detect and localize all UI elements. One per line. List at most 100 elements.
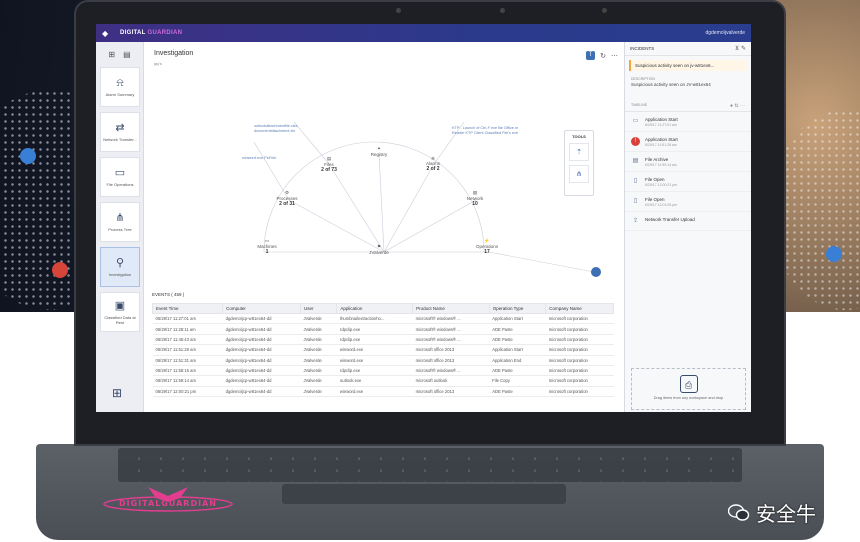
wechat-icon bbox=[728, 503, 750, 521]
network-transfer-icon: ⇄ bbox=[115, 122, 125, 134]
timeline-item[interactable]: ! Application Start 6/29/17 11:51:28 am bbox=[625, 132, 751, 152]
table-cell: JValverde bbox=[300, 375, 337, 387]
events-title: EVENTS ( 459 ) bbox=[152, 292, 185, 297]
page-subtitle: jay's bbox=[154, 61, 162, 66]
table-row[interactable]: 06/29/17 11:27:01 am dgdemo\jcp-w81ex64-d… bbox=[152, 313, 614, 325]
table-cell: outlook.exe bbox=[336, 375, 413, 387]
table-cell: JValverde bbox=[300, 355, 337, 366]
column-header[interactable]: User bbox=[299, 303, 338, 314]
graph-node-alarms[interactable]: ⍾ Alarms 2 of 2 bbox=[408, 156, 458, 172]
graph-node-registry[interactable]: ✦ Registry bbox=[354, 146, 404, 157]
timeline-item[interactable]: ▤ File Archive 6/29/17 11:59:14 am bbox=[625, 152, 751, 172]
table-cell: 06/29/17 11:27:01 am bbox=[152, 313, 223, 325]
timeline-title: File Open bbox=[645, 177, 665, 182]
user-menu[interactable]: dgdemo\jvalverde bbox=[706, 30, 745, 36]
timeline-title: Network Transfer Upload bbox=[645, 217, 695, 222]
sidebar-item-file-operations[interactable]: ▭ File Operations bbox=[100, 157, 140, 197]
blue-hex-icon-right bbox=[826, 246, 842, 262]
sidebar: ⊞ ▤ ⍾ Alarm Summary ⇄ Network Transfer..… bbox=[96, 42, 144, 412]
panel-toolbar: T ↻ ⋯ bbox=[586, 51, 618, 60]
refresh-icon[interactable]: ↻ bbox=[600, 52, 606, 60]
table-cell: dgdemo\jcp-w81ex64-dd bbox=[222, 323, 301, 335]
timeline-time: 6/29/17 11:51:28 am bbox=[645, 143, 677, 147]
tool-upload-icon[interactable]: ⇡ bbox=[569, 143, 589, 161]
table-cell: microsoft office 2013 bbox=[412, 344, 490, 356]
table-cell: dgdemo\jcp-w81ex64-dd bbox=[222, 334, 301, 346]
timeline-text: Application Start 6/29/17 11:27:01 am bbox=[645, 117, 678, 127]
graph-node-files[interactable]: ▤ Files 2 of 73 bbox=[304, 156, 354, 173]
column-header[interactable]: Event Time bbox=[151, 303, 224, 314]
more-icon[interactable]: ⋯ bbox=[611, 52, 618, 60]
graph-node-network[interactable]: ▧ Network 10 bbox=[450, 190, 500, 207]
timeline-title: File Open bbox=[645, 197, 665, 202]
node-value: 17 bbox=[484, 249, 490, 255]
chart-toggle-icon[interactable]: ▤ bbox=[123, 50, 131, 59]
timeline-item[interactable]: ⇪ Network Transfer Upload bbox=[625, 212, 751, 231]
investigation-graph: outlookattachmentfile.xlsx documentattac… bbox=[144, 72, 624, 282]
sidebar-item-network-transfer[interactable]: ⇄ Network Transfer... bbox=[100, 112, 140, 152]
table-cell: microsoft® windows® ... bbox=[412, 334, 490, 346]
process-tree-icon: ⋔ bbox=[115, 212, 125, 224]
table-row[interactable]: 06/29/17 11:28:11 am dgdemo\jcp-w81ex64-d… bbox=[152, 323, 614, 335]
timeline-title: File Archive bbox=[645, 157, 669, 162]
drop-zone[interactable]: ⎙ Drag items from any workspace and drop bbox=[631, 368, 746, 410]
table-cell: JValverde bbox=[300, 386, 337, 398]
graph-node-center-user[interactable]: ⚑ JValverde bbox=[354, 244, 404, 255]
table-cell: 06/29/17 12:00:21 pm bbox=[152, 386, 223, 398]
sidebar-item-alarm-summary[interactable]: ⍾ Alarm Summary bbox=[100, 67, 140, 107]
table-cell: microsoft corporation bbox=[545, 355, 614, 366]
table-cell: Application Start bbox=[489, 344, 546, 356]
sidebar-item-investigation[interactable]: ⚲ Investigation bbox=[100, 247, 140, 287]
grid-toggle-icon[interactable]: ⊞ bbox=[108, 50, 115, 59]
tools-title: TOOLS bbox=[572, 134, 586, 139]
table-row[interactable]: 06/29/17 11:45:43 am dgdemo\jcp-w81ex64-d… bbox=[152, 334, 614, 346]
brand-part-2: GUARDIAN bbox=[147, 30, 183, 36]
column-header[interactable]: Company Name bbox=[545, 303, 614, 314]
filter-icon[interactable]: T bbox=[586, 51, 596, 60]
table-row[interactable]: 06/29/17 11:51:31 am dgdemo\jcp-w81ex64-d… bbox=[152, 355, 614, 366]
table-cell: Application Start bbox=[489, 313, 546, 325]
timeline-tools-icon[interactable]: ● ⇅ ⋯ bbox=[730, 103, 745, 109]
table-row[interactable]: 06/29/17 11:59:14 am dgdemo\jcp-w81ex64-d… bbox=[152, 375, 614, 387]
tool-hierarchy-icon[interactable]: ⋔ bbox=[569, 165, 589, 183]
column-header[interactable]: Computer bbox=[222, 303, 301, 314]
table-row[interactable]: 06/29/17 11:58:15 am dgdemo\jcp-w81ex64-d… bbox=[152, 365, 614, 377]
graph-node-machines[interactable]: ▭ Machines 1 bbox=[242, 238, 292, 255]
sidebar-item-classified-data[interactable]: ▣ Classified Data at Rest bbox=[100, 292, 140, 332]
apps-grid-icon[interactable]: ⊞ bbox=[112, 386, 122, 400]
sidebar-toggles: ⊞ ▤ bbox=[96, 42, 143, 67]
archive-icon: ▤ bbox=[632, 158, 639, 164]
graph-annotation: KTP - Launch of Ctrl-F exe tile Office.m… bbox=[452, 126, 519, 135]
table-cell: winword.exe bbox=[336, 355, 413, 366]
timeline-item[interactable]: ▯ File Open 6/29/17 12:01:05 pm bbox=[625, 192, 751, 212]
table-row[interactable]: 06/29/17 12:00:21 pm dgdemo\jcp-w81ex64-d… bbox=[152, 386, 614, 398]
wechat-watermark: 安全牛 bbox=[728, 498, 816, 527]
sidebar-item-label: File Operations bbox=[106, 182, 134, 187]
incident-alert[interactable]: Suspicious activity seen on jv-w81ex6... bbox=[629, 60, 747, 71]
table-cell: ADE Paste bbox=[489, 334, 546, 346]
graph-node-processes[interactable]: ⚙ Processes 2 of 31 bbox=[262, 190, 312, 207]
table-cell: dgdemo\jcp-w81ex64-dd bbox=[222, 375, 301, 387]
sidebar-item-process-tree[interactable]: ⋔ Process Tree bbox=[100, 202, 140, 242]
table-cell: rdpclip.exe bbox=[336, 365, 413, 377]
table-cell: Application End bbox=[489, 355, 546, 366]
alarm-bell-icon: ⍾ bbox=[116, 77, 124, 89]
user-icon: ⚑ bbox=[376, 244, 382, 249]
filter-icon[interactable]: ⊻ ✎ bbox=[735, 45, 746, 52]
column-header[interactable]: Operation Type bbox=[488, 303, 547, 314]
column-header[interactable]: Application bbox=[336, 303, 414, 314]
app-screen: ◆ DIGITAL GUARDIAN dgdemo\jvalverde ⊞ ▤ … bbox=[96, 24, 751, 412]
table-row[interactable]: 06/29/17 11:51:28 am dgdemo\jcp-w81ex64-d… bbox=[152, 344, 614, 356]
table-cell: microsoft® windows® ... bbox=[412, 365, 490, 377]
timeline-item[interactable]: ▯ File Open 6/29/17 12:00:21 pm bbox=[625, 172, 751, 192]
column-header[interactable]: Product Name bbox=[412, 303, 490, 314]
table-cell: 06/29/17 11:45:43 am bbox=[152, 334, 223, 346]
node-name: JValverde bbox=[369, 250, 389, 255]
graph-node-operations[interactable]: ⚡ Operations 17 bbox=[462, 238, 512, 255]
camera-dot bbox=[602, 8, 607, 13]
timeline-item[interactable]: ▭ Application Start 6/29/17 11:27:01 am bbox=[625, 112, 751, 132]
page-title: Investigation bbox=[154, 50, 194, 57]
incident-description: Suspicious activity seen on JV-w81ex64 bbox=[631, 82, 711, 87]
timeline-title: Application Start bbox=[645, 117, 678, 122]
investigation-icon: ⚲ bbox=[115, 257, 125, 269]
